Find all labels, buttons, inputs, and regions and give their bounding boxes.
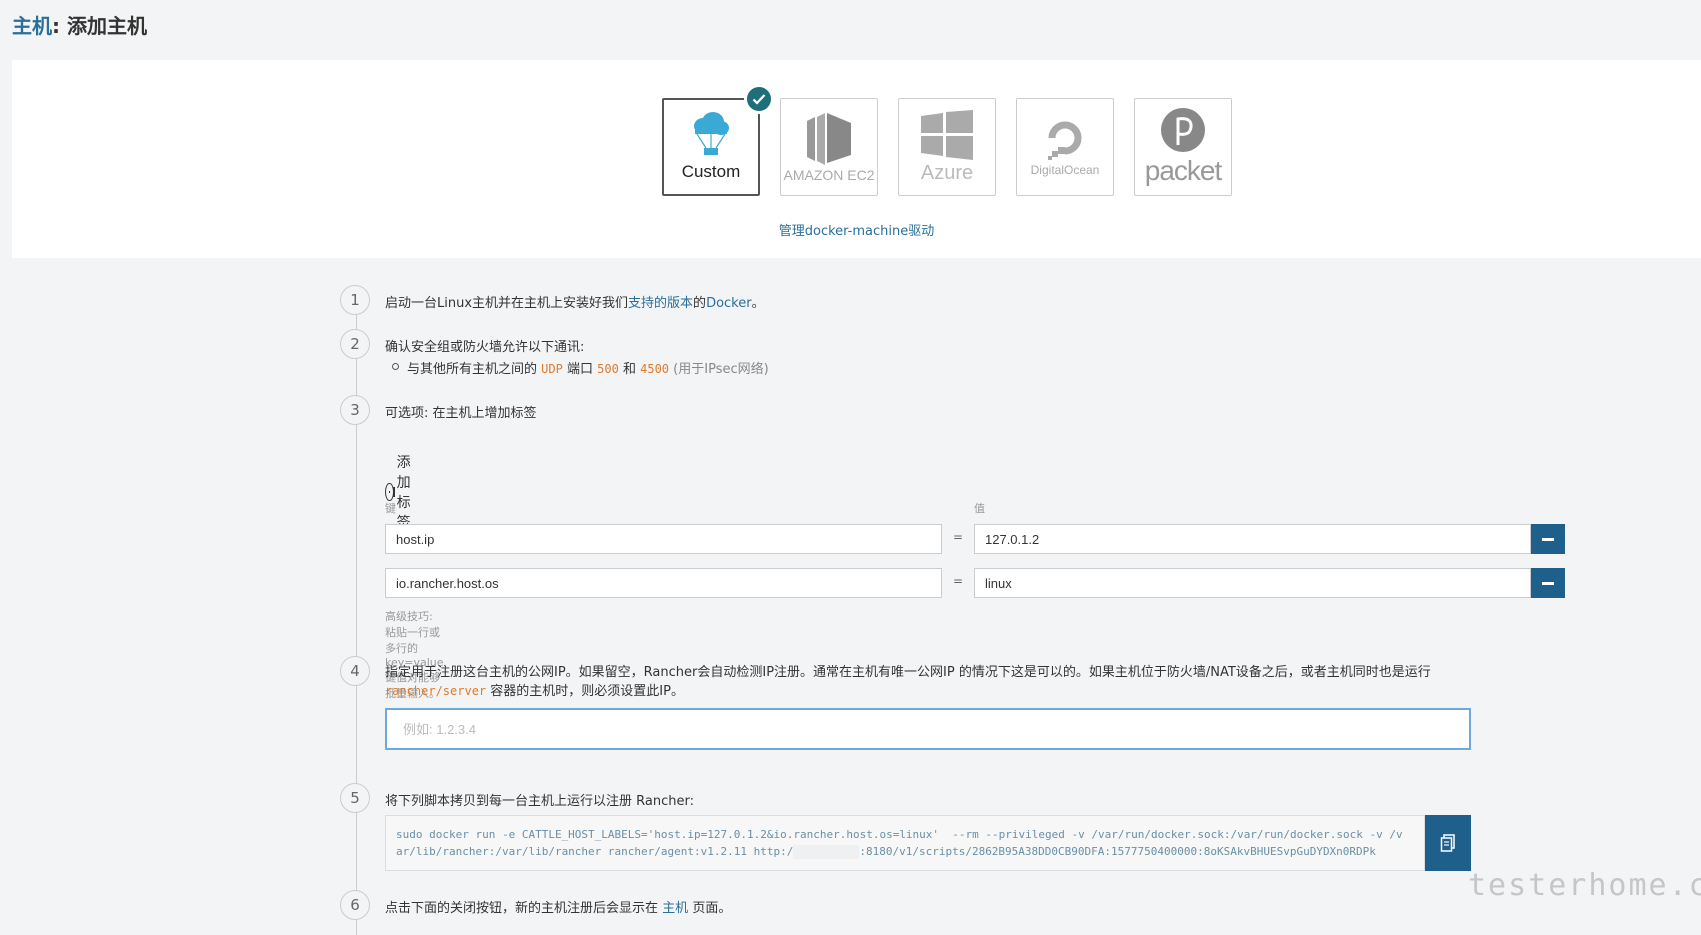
page-title: 主机: 添加主机 [12,10,147,39]
step-text: 可选项: 在主机上增加标签 [385,406,537,421]
minus-icon [1542,537,1554,541]
step-number: 6 [340,890,370,920]
driver-list: Custom AMAZON EC2 Azure DigitalOcean pac… [662,84,1232,196]
amazon-ec2-icon [807,113,851,165]
breadcrumb-hosts[interactable]: 主机 [12,14,52,38]
key-column-header: 键 [385,502,396,515]
manage-docker-machine-drivers-link[interactable]: 管理docker-machine驱动 [12,220,1701,239]
label-value-input[interactable] [974,568,1531,598]
supported-versions-link[interactable]: 支持的版本 [628,296,693,311]
public-ip-instructions: 指定用于注册这台主机的公网IP。如果留空，Rancher会自动检测IP注册。通常… [385,665,1431,680]
remove-label-button[interactable] [1531,524,1565,554]
public-ip-instructions-cont: rancher/server 容器的主机时，则必须设置此IP。 [385,684,684,699]
step-number: 1 [340,285,370,315]
step-text: 点击下面的关闭按钮，新的主机注册后会显示在 主机 页面。 [385,901,732,916]
windows-icon [921,109,973,160]
driver-digitalocean[interactable]: DigitalOcean [1016,98,1114,196]
minus-icon [1542,581,1554,585]
value-column-header: 值 [974,502,985,515]
step-text: 将下列脚本拷贝到每一台主机上运行以注册 Rancher: [385,794,694,809]
copy-script-button[interactable] [1425,815,1471,871]
docker-link[interactable]: Docker [706,296,752,311]
redacted-host [793,845,860,859]
label-value-input[interactable] [974,524,1531,554]
driver-amazon-ec2-label: AMAZON EC2 [783,167,875,183]
driver-digitalocean-label: DigitalOcean [1030,163,1100,177]
driver-packet[interactable]: packet [1134,98,1232,196]
add-label-text: 添加标签 [396,455,411,531]
port-requirement: 与其他所有主机之间的 UDP 端口 500 和 4500 (用于IPsec网络) [385,358,769,377]
clipboard-icon [1440,834,1455,852]
driver-packet-label: packet [1144,155,1222,186]
driver-azure[interactable]: Azure [898,98,996,196]
parachute-icon [694,112,729,155]
step-number: 2 [340,329,370,359]
step-text: 指定用于注册这台主机的公网IP。如果留空，Rancher会自动检测IP注册。通常… [385,663,1431,701]
check-icon [744,84,774,114]
packet-icon [1161,108,1205,152]
label-key-input[interactable] [385,524,942,554]
registration-script[interactable]: sudo docker run -e CATTLE_HOST_LABELS='h… [385,815,1425,871]
step-text: 启动一台Linux主机并在主机上安装好我们支持的版本的Docker。 [385,296,765,311]
hosts-page-link[interactable]: 主机 [662,901,688,916]
firewall-instructions: 确认安全组或防火墙允许以下通讯: [385,340,585,355]
equals-sign: = [953,574,964,588]
driver-amazon-ec2[interactable]: AMAZON EC2 [780,98,878,196]
step-number: 5 [340,783,370,813]
watermark: testerhome.com [1468,868,1701,903]
step-number: 3 [340,395,370,425]
label-key-input[interactable] [385,568,942,598]
page-title-text: 添加主机 [66,14,147,38]
equals-sign: = [953,530,964,544]
driver-panel: Custom AMAZON EC2 Azure DigitalOcean pac… [12,60,1701,258]
remove-label-button[interactable] [1531,568,1565,598]
breadcrumb-separator: : [52,14,67,38]
step-number: 4 [340,656,370,686]
driver-azure-label: Azure [920,161,974,184]
plus-circle-icon [385,483,395,501]
digitalocean-icon [1048,121,1082,160]
driver-custom[interactable]: Custom [662,84,774,196]
step-text: 确认安全组或防火墙允许以下通讯: 与其他所有主机之间的 UDP 端口 500 和… [385,336,769,377]
add-label-button[interactable]: 添加标签 [385,452,420,532]
driver-custom-label: Custom [681,162,741,181]
public-ip-input[interactable] [385,708,1471,750]
